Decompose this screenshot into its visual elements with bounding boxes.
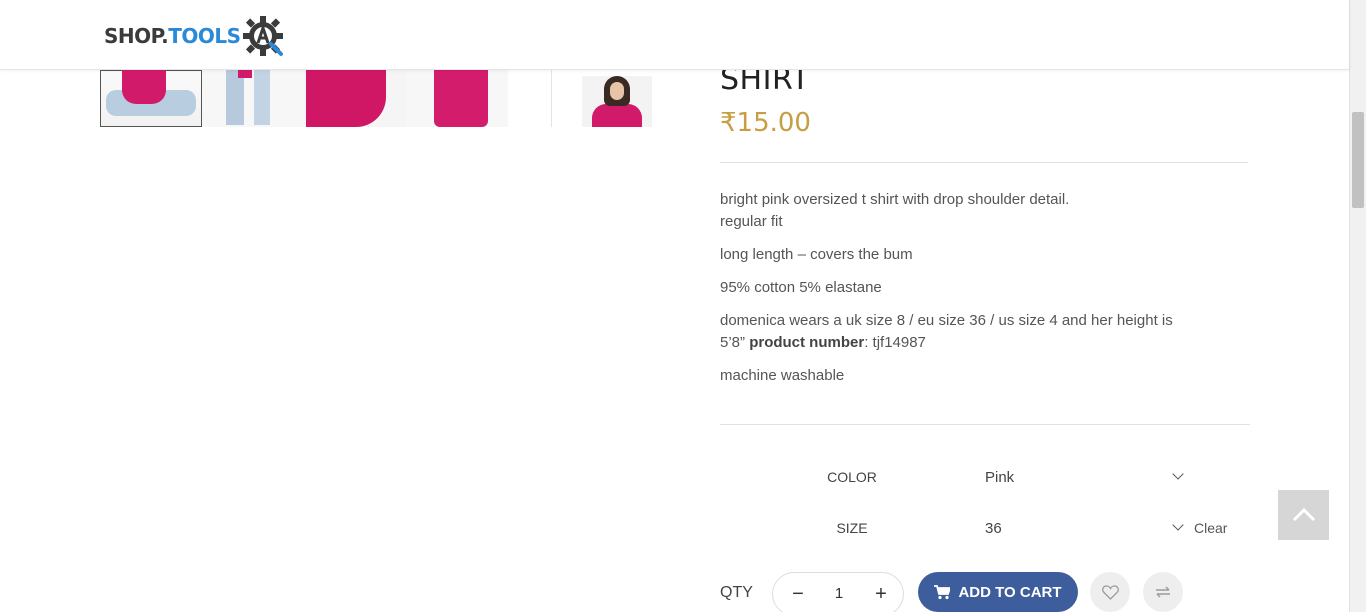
- thumb-shirt: [592, 104, 642, 127]
- thumb-jeans: [254, 70, 270, 125]
- gallery-side-thumb[interactable]: [582, 76, 652, 127]
- product-price: ₹15.00: [720, 108, 811, 138]
- description-line: long length – covers the bum: [720, 246, 913, 263]
- gallery-thumb-2[interactable]: [202, 70, 304, 127]
- gallery-divider: [551, 70, 552, 127]
- color-select-value: Pink: [985, 469, 1015, 486]
- heart-icon: [1101, 584, 1119, 600]
- product-description: bright pink oversized t shirt with drop …: [720, 189, 1190, 398]
- scrollbar-thumb[interactable]: [1352, 112, 1364, 208]
- gallery-thumb-3[interactable]: [304, 70, 406, 127]
- quantity-stepper: − 1 +: [772, 572, 904, 612]
- site-header: SHOP.TOOLS: [0, 0, 1349, 70]
- gallery-thumbnails: [100, 70, 508, 127]
- color-select[interactable]: Pink: [985, 463, 1190, 493]
- add-to-cart-label: ADD TO CART: [958, 583, 1062, 601]
- back-to-top-button[interactable]: [1278, 490, 1329, 540]
- wishlist-button[interactable]: [1090, 572, 1130, 612]
- divider: [720, 162, 1248, 163]
- add-to-cart-button[interactable]: ADD TO CART: [918, 572, 1078, 612]
- logo-text-tools: TOOLS: [168, 24, 241, 48]
- color-label: COLOR: [827, 469, 877, 485]
- cart-icon: [934, 584, 951, 599]
- product-number-value: : tjf14987: [864, 334, 926, 351]
- thumb-jeans: [226, 70, 244, 125]
- compare-button[interactable]: [1143, 572, 1183, 612]
- description-line: 95% cotton 5% elastane: [720, 279, 882, 296]
- chevron-down-icon: [1172, 468, 1184, 480]
- thumb-shirt: [434, 70, 488, 127]
- gallery-thumb-4[interactable]: [406, 70, 508, 127]
- size-select-value: 36: [985, 520, 1002, 537]
- size-select[interactable]: 36: [985, 514, 1190, 544]
- qty-decrease-button[interactable]: −: [787, 583, 809, 605]
- product-number-label: product number: [749, 334, 865, 351]
- thumb-shirt: [306, 70, 386, 127]
- chevron-up-icon: [1292, 508, 1315, 522]
- description-line: machine washable: [720, 367, 845, 384]
- size-label: SIZE: [836, 520, 868, 536]
- thumb-shirt: [238, 70, 252, 78]
- gallery-thumb-1[interactable]: [100, 70, 202, 127]
- clear-variations-link[interactable]: Clear: [1194, 520, 1227, 536]
- description-line: bright pink oversized t shirt with drop …: [720, 191, 1070, 208]
- chevron-down-icon: [1172, 519, 1184, 531]
- logo-text: SHOP.TOOLS: [104, 24, 241, 48]
- gear-a-icon: [242, 16, 283, 56]
- qty-increase-button[interactable]: +: [870, 583, 892, 605]
- compare-arrows-icon: [1156, 586, 1170, 598]
- thumb-shirt: [122, 70, 166, 104]
- qty-input[interactable]: 1: [819, 585, 859, 602]
- description-line: regular fit: [720, 213, 783, 230]
- logo-text-shop: SHOP.: [104, 24, 169, 48]
- divider: [720, 424, 1250, 425]
- site-logo[interactable]: SHOP.TOOLS: [104, 14, 287, 58]
- description-paragraph: bright pink oversized t shirt with drop …: [720, 189, 1190, 233]
- thumb-face: [610, 82, 624, 100]
- page-scrollbar[interactable]: [1349, 0, 1366, 612]
- description-paragraph: domenica wears a uk size 8 / eu size 36 …: [720, 310, 1190, 354]
- qty-label: QTY: [720, 584, 753, 601]
